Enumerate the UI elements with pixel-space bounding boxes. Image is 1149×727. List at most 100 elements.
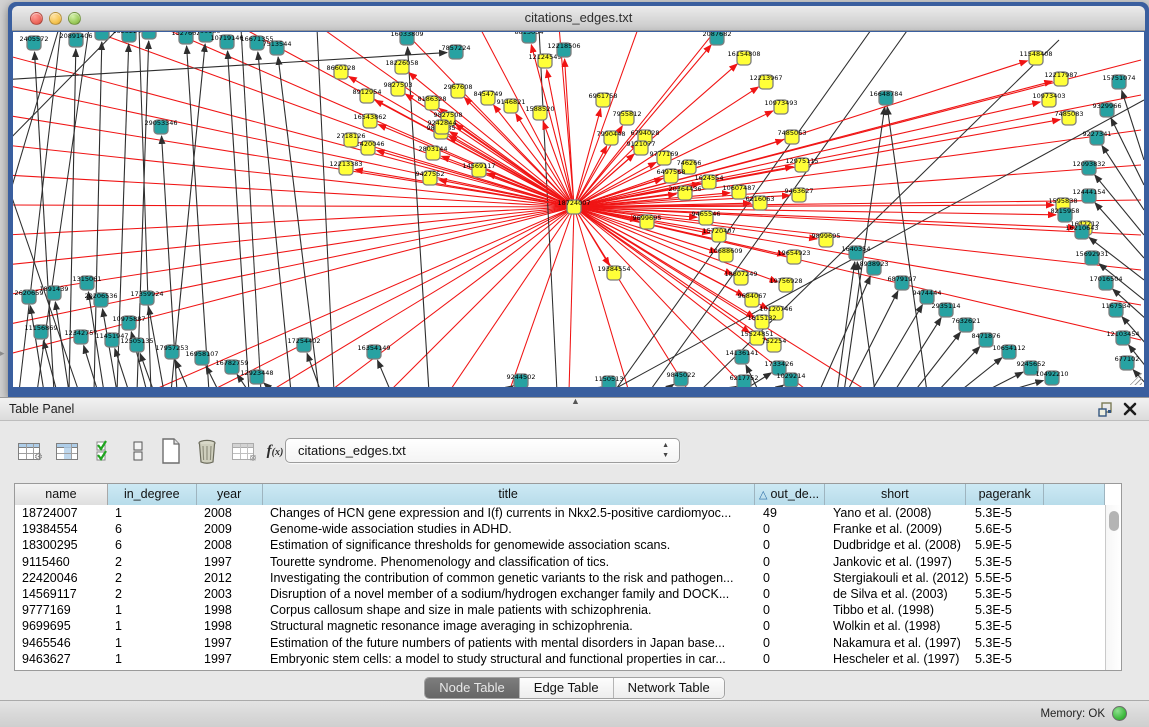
table-row[interactable]: 946362711997Embryonic stem cells: a mode…: [15, 651, 1105, 667]
new-column-button[interactable]: [156, 436, 186, 466]
close-panel-button[interactable]: [1121, 401, 1139, 418]
graph-node[interactable]: 16354149: [357, 344, 390, 359]
table-cell[interactable]: Tourette syndrome. Phenomenology and cla…: [263, 554, 756, 570]
table-cell[interactable]: 0: [756, 635, 826, 651]
graph-node[interactable]: 16033809: [390, 32, 423, 45]
graph-node[interactable]: 19756928: [769, 277, 802, 292]
graph-node[interactable]: 1615132: [748, 314, 777, 329]
table-row[interactable]: 1456911722003Disruption of a novel membe…: [15, 586, 1105, 602]
table-cell[interactable]: 0: [756, 586, 826, 602]
graph-node[interactable]: 17016504: [1089, 275, 1122, 290]
table-cell[interactable]: 1: [108, 505, 197, 521]
graph-node[interactable]: 17957253: [155, 344, 188, 359]
table-cell[interactable]: 18724007: [15, 505, 108, 521]
graph-node[interactable]: 8660128: [327, 64, 356, 79]
table-cell[interactable]: 6: [108, 537, 197, 553]
graph-node[interactable]: 9899695: [812, 232, 841, 247]
graph-node[interactable]: 10688609: [709, 247, 742, 262]
import-table-button[interactable]: ⦻: [228, 436, 258, 466]
table-scrollbar[interactable]: [1105, 505, 1121, 670]
table-cell[interactable]: Changes of HCN gene expression and I(f) …: [263, 505, 756, 521]
column-header-title[interactable]: title: [263, 484, 755, 505]
table-cell[interactable]: 22420046: [15, 570, 108, 586]
table-cell[interactable]: Estimation of the future numbers of pati…: [263, 635, 756, 651]
table-cell[interactable]: 6: [108, 521, 197, 537]
table-panel-titlebar[interactable]: ▲ Table Panel: [0, 398, 1149, 421]
table-cell[interactable]: Genome-wide association studies in ADHD.: [263, 521, 756, 537]
graph-node[interactable]: 9427552: [416, 170, 445, 185]
table-cell[interactable]: 2008: [197, 505, 263, 521]
table-cell[interactable]: 0: [756, 554, 826, 570]
table-selector-dropdown[interactable]: citations_edges.txt ▲▼: [285, 438, 680, 463]
graph-node[interactable]: 2087682: [703, 32, 732, 45]
graph-node[interactable]: 9827503: [384, 81, 413, 96]
graph-node[interactable]: 17359924: [130, 290, 163, 305]
graph-node[interactable]: 2967608: [444, 83, 473, 98]
column-header-out_de...[interactable]: △out_de...: [755, 484, 825, 505]
table-cell[interactable]: Structural magnetic resonance image aver…: [263, 618, 756, 634]
table-cell[interactable]: 1997: [197, 635, 263, 651]
graph-node[interactable]: 12103454: [1106, 330, 1139, 345]
graph-node[interactable]: 11156869: [24, 324, 57, 339]
table-row[interactable]: 2242004622012Investigating the contribut…: [15, 570, 1105, 586]
table-cell[interactable]: 18300295: [15, 537, 108, 553]
splitter-handle[interactable]: ▲: [571, 396, 580, 406]
table-cell[interactable]: 2012: [197, 570, 263, 586]
table-cell[interactable]: Jankovic et al. (1997): [826, 554, 968, 570]
table-cell[interactable]: 5.3E-5: [968, 554, 1046, 570]
graph-node[interactable]: 7990448: [597, 130, 626, 145]
graph-node[interactable]: 6497568: [657, 168, 686, 183]
graph-node[interactable]: 19384554: [597, 265, 630, 280]
table-cell[interactable]: Embryonic stem cells: a model to study s…: [263, 651, 756, 667]
delete-column-button[interactable]: [192, 436, 222, 466]
graph-node[interactable]: 16210643: [1065, 224, 1098, 239]
graph-node[interactable]: 7485063: [778, 129, 807, 144]
table-cell[interactable]: 5.5E-5: [968, 570, 1046, 586]
graph-node[interactable]: 9227341: [1083, 130, 1112, 145]
graph-node[interactable]: 15751074: [1102, 74, 1135, 89]
graph-node[interactable]: 8186328: [418, 95, 447, 110]
graph-node[interactable]: 1891439: [40, 285, 69, 300]
float-panel-button[interactable]: [1097, 401, 1115, 418]
graph-node[interactable]: 12505135: [120, 337, 153, 352]
table-cell[interactable]: 2: [108, 554, 197, 570]
table-mode-button[interactable]: ⚙: [14, 436, 44, 466]
graph-node[interactable]: 18226058: [385, 59, 418, 74]
table-cell[interactable]: 1997: [197, 554, 263, 570]
tab-node-table[interactable]: Node Table: [425, 678, 520, 698]
table-cell[interactable]: 5.3E-5: [968, 635, 1046, 651]
table-cell[interactable]: Wolkin et al. (1998): [826, 618, 968, 634]
graph-node[interactable]: 29053346: [144, 119, 177, 134]
graph-node[interactable]: 9244502: [507, 373, 536, 387]
table-cell[interactable]: 1998: [197, 618, 263, 634]
table-row[interactable]: 946554611997Estimation of the future num…: [15, 635, 1105, 651]
table-cell[interactable]: 0: [756, 521, 826, 537]
select-columns-button[interactable]: [90, 436, 120, 466]
table-cell[interactable]: 0: [756, 618, 826, 634]
graph-node[interactable]: 9146821: [497, 98, 526, 113]
scrollbar-thumb[interactable]: [1109, 511, 1119, 531]
memory-indicator-icon[interactable]: [1112, 706, 1127, 721]
table-cell[interactable]: 1997: [197, 651, 263, 667]
graph-node[interactable]: 7485083: [1055, 110, 1084, 125]
table-cell[interactable]: 9465546: [15, 635, 108, 651]
table-row[interactable]: 1872400712008Changes of HCN gene express…: [15, 505, 1105, 521]
table-cell[interactable]: 49: [756, 505, 826, 521]
graph-node[interactable]: 12975115: [785, 157, 818, 172]
column-header-year[interactable]: year: [197, 484, 263, 505]
table-cell[interactable]: 9115460: [15, 554, 108, 570]
graph-node[interactable]: 12124549: [528, 53, 561, 68]
table-cell[interactable]: 1998: [197, 602, 263, 618]
graph-node[interactable]: 1167534: [1102, 302, 1131, 317]
table-cell[interactable]: 0: [756, 537, 826, 553]
graph-node[interactable]: 12342757: [64, 329, 97, 344]
graph-node[interactable]: 677102: [1115, 355, 1140, 370]
tab-network-table[interactable]: Network Table: [614, 678, 724, 698]
graph-node[interactable]: 9845022: [667, 371, 696, 386]
table-cell[interactable]: 9777169: [15, 602, 108, 618]
graph-node[interactable]: 9463627: [785, 187, 814, 202]
tab-edge-table[interactable]: Edge Table: [520, 678, 614, 698]
graph-node[interactable]: 1315061: [73, 275, 102, 290]
table-row[interactable]: 1938455462009Genome-wide association stu…: [15, 521, 1105, 537]
graph-node[interactable]: 10492210: [1035, 370, 1068, 385]
